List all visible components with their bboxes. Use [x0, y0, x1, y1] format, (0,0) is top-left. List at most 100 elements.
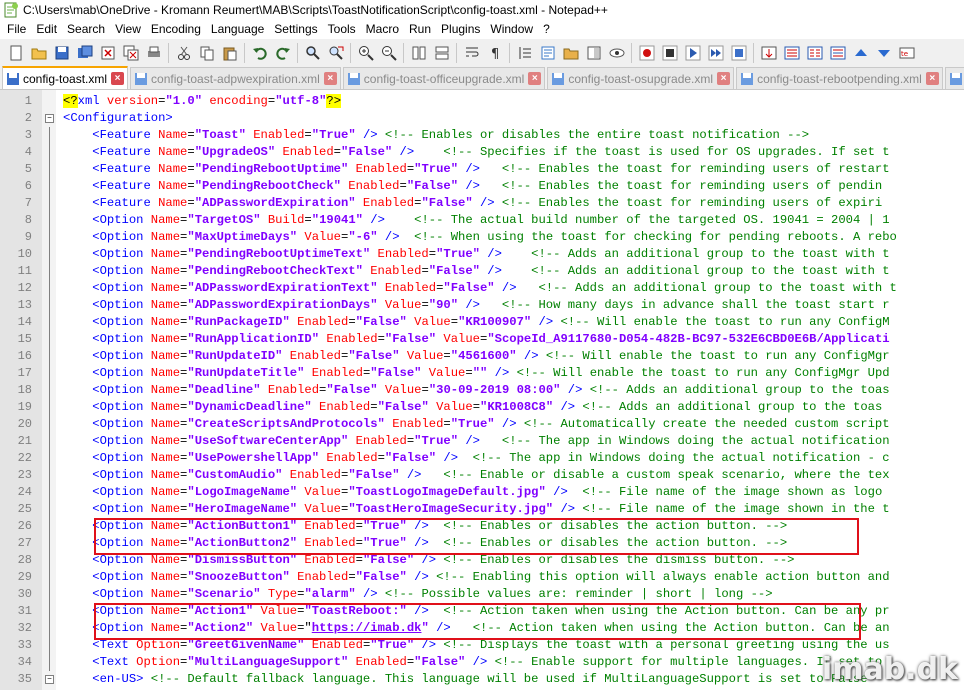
code-line[interactable]: 20 <Option Name = "CreateScriptsAndProtoco…	[0, 416, 964, 433]
zoom-in-icon[interactable]	[357, 44, 375, 62]
code-line[interactable]: 19 <Option Name = "DynamicDeadline" Enable…	[0, 399, 964, 416]
cut-icon[interactable]	[175, 44, 193, 62]
tab-close-icon[interactable]: ×	[717, 72, 731, 85]
record-macro-icon[interactable]	[638, 44, 656, 62]
folder-workspace-icon[interactable]	[562, 44, 580, 62]
code-line[interactable]: 10 <Option Name = "PendingRebootUptimeText…	[0, 246, 964, 263]
code-line[interactable]: 22 <Option Name = "UsePowershellApp" Enabl…	[0, 450, 964, 467]
code-line[interactable]: 2 − <Configuration>	[0, 110, 964, 127]
tab-close-icon[interactable]: ×	[111, 72, 125, 85]
code-line[interactable]: 9 <Option Name="MaxUptimeDays" Value="-6…	[0, 229, 964, 246]
paste-icon[interactable]	[221, 44, 239, 62]
menu-plugins[interactable]: Plugins	[436, 20, 485, 39]
indent-guide-icon[interactable]	[516, 44, 534, 62]
show-all-chars-icon[interactable]: ¶	[486, 44, 504, 62]
menu-language[interactable]: Language	[206, 20, 269, 39]
code-line[interactable]: 14 <Option Name="RunPackageID" Enabled="…	[0, 314, 964, 331]
close-all-icon[interactable]	[122, 44, 140, 62]
fold-toggle-icon[interactable]: −	[45, 675, 54, 684]
line-number: 22	[17, 451, 32, 465]
undo-icon[interactable]	[251, 44, 269, 62]
play-macro-icon[interactable]	[684, 44, 702, 62]
code-line[interactable]: 3 <Feature Name="Toast" Enabled="True" /…	[0, 127, 964, 144]
plugin-d-icon[interactable]	[829, 44, 847, 62]
tab-config-toast-whfb[interactable]: config-toast-whfb.xml×	[944, 67, 964, 89]
code-line[interactable]: 34 <Text Option="MultiLanguageSupport" E…	[0, 654, 964, 671]
plugin-c-icon[interactable]	[806, 44, 824, 62]
menu-tools[interactable]: Tools	[323, 20, 361, 39]
menu-search[interactable]: Search	[62, 20, 110, 39]
menu-settings[interactable]: Settings	[269, 20, 322, 39]
redo-icon[interactable]	[274, 44, 292, 62]
token-txt: =	[377, 332, 385, 346]
code-line[interactable]: 25 <Option Name="HeroImageName" Value="T…	[0, 501, 964, 518]
menu-help[interactable]: ?	[538, 20, 555, 39]
tab-config-toast-officeupgrade[interactable]: config-toast-officeupgrade.xml ×	[342, 67, 546, 89]
code-line[interactable]: 17 <Option Name = "RunUpdateTitle" Enabled…	[0, 365, 964, 382]
code-line[interactable]: 29 <Option Name="SnoozeButton" Enabled="…	[0, 569, 964, 586]
token-com: <!-- Enables the toast for reminding use…	[501, 162, 890, 176]
document-map-icon[interactable]	[585, 44, 603, 62]
code-line[interactable]: 7 <Feature Name="ADPasswordExpiration" E…	[0, 195, 964, 212]
code-line[interactable]: 30 <Option Name="Scenario" Type="alarm" …	[0, 586, 964, 603]
menu-view[interactable]: View	[110, 20, 146, 39]
run-macro-multiple-icon[interactable]	[707, 44, 725, 62]
sync-vertical-icon[interactable]	[410, 44, 428, 62]
code-line[interactable]: 16 <Option Name="RunUpdateID" Enabled="F…	[0, 348, 964, 365]
code-line[interactable]: 5 <Feature Name="PendingRebootUptime" En…	[0, 161, 964, 178]
menu-edit[interactable]: Edit	[31, 20, 62, 39]
code-line[interactable]: 18 <Option Name="Deadline" Enabled="Fals…	[0, 382, 964, 399]
tab-close-icon[interactable]: ×	[323, 72, 337, 85]
menu-window[interactable]: Window	[485, 20, 538, 39]
sync-horizontal-icon[interactable]	[433, 44, 451, 62]
print-icon[interactable]	[145, 44, 163, 62]
text-icon[interactable]: te	[898, 44, 916, 62]
code-line[interactable]: 24 <Option Name="LogoImageName" Value="T…	[0, 484, 964, 501]
plugin-a-icon[interactable]	[760, 44, 778, 62]
code-line[interactable]: 12 <Option Name="ADPasswordExpirationTex…	[0, 280, 964, 297]
copy-icon[interactable]	[198, 44, 216, 62]
code-line[interactable]: 35 − <en-US> <!-- Default fallback langua…	[0, 671, 964, 688]
editor-area[interactable]: 1 <?xml version="1.0" encoding="utf-8"?> 2…	[0, 90, 964, 690]
monitoring-icon[interactable]	[608, 44, 626, 62]
menu-run[interactable]: Run	[404, 20, 436, 39]
fold-toggle-icon[interactable]: −	[45, 114, 54, 123]
code-line[interactable]: 13 <Option Name = "ADPasswordExpirationDay…	[0, 297, 964, 314]
zoom-out-icon[interactable]	[380, 44, 398, 62]
save-all-icon[interactable]	[76, 44, 94, 62]
code-line[interactable]: 23 <Option Name="CustomAudio" Enabled="F…	[0, 467, 964, 484]
menu-file[interactable]: File	[2, 20, 31, 39]
code-line[interactable]: 11 <Option Name = "PendingRebootCheckText"…	[0, 263, 964, 280]
code-line[interactable]: 1 <?xml version="1.0" encoding="utf-8"?>	[0, 93, 964, 110]
tab-config-toast-osupgrade[interactable]: config-toast-osupgrade.xml ×	[547, 67, 735, 89]
menu-encoding[interactable]: Encoding	[146, 20, 206, 39]
code-line[interactable]: 15 <Option Name = "RunApplicationID" Enabl…	[0, 331, 964, 348]
close-icon[interactable]	[99, 44, 117, 62]
find-icon[interactable]	[304, 44, 322, 62]
replace-icon[interactable]	[327, 44, 345, 62]
fold-guide	[49, 552, 50, 569]
language-icon[interactable]	[539, 44, 557, 62]
tab-config-toast-adpwexpiration[interactable]: config-toast-adpwexpiration.xml ×	[130, 67, 341, 89]
tab-config-toast-rebootpending[interactable]: config-toast-rebootpending.xml ×	[736, 67, 943, 89]
word-wrap-icon[interactable]	[463, 44, 481, 62]
stop-record-icon[interactable]	[661, 44, 679, 62]
menu-macro[interactable]: Macro	[361, 20, 404, 39]
code-line[interactable]: 21 <Option Name="UseSoftwareCenterApp" E…	[0, 433, 964, 450]
tab-config-toast[interactable]: config-toast.xml ×	[2, 66, 129, 89]
save-icon[interactable]	[53, 44, 71, 62]
plugin-b-icon[interactable]	[783, 44, 801, 62]
line-number: 33	[17, 638, 32, 652]
token-val: "90"	[428, 298, 459, 312]
code-line[interactable]: 4 <Feature Name="UpgradeOS" Enabled="Fal…	[0, 144, 964, 161]
arrow-down-icon[interactable]	[875, 44, 893, 62]
open-file-icon[interactable]	[30, 44, 48, 62]
arrow-up-icon[interactable]	[852, 44, 870, 62]
tab-close-icon[interactable]: ×	[925, 72, 939, 85]
tab-close-icon[interactable]: ×	[528, 72, 542, 85]
new-file-icon[interactable]	[7, 44, 25, 62]
save-macro-icon[interactable]	[730, 44, 748, 62]
code-line[interactable]: 8 <Option Name="TargetOS" Build="19041" …	[0, 212, 964, 229]
code-line[interactable]: 6 <Feature Name="PendingRebootCheck" Ena…	[0, 178, 964, 195]
